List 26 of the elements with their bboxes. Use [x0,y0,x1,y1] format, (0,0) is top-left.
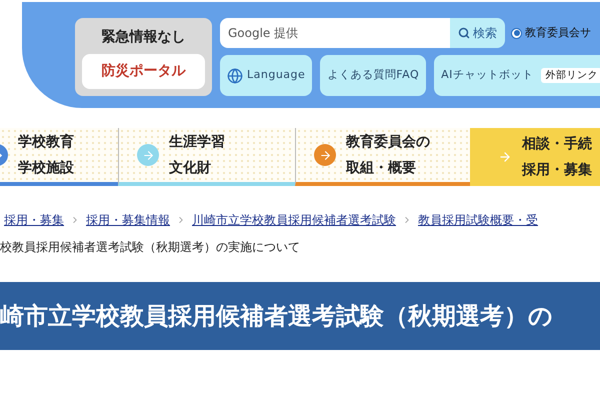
scope-label: 教育委員会サ [525,24,591,41]
header-link[interactable]: よくある質問FAQ [320,55,426,96]
breadcrumb-link[interactable]: 採用・募集 [4,211,64,229]
scope-radio[interactable] [511,28,522,38]
nav-tab[interactable]: 相談・手続 採用・募集 [470,128,600,186]
nav-label: 教育委員会の 取組・概要 [346,132,430,178]
header-link[interactable]: AIチャットボット 外部リンク [434,55,600,96]
nav-tab[interactable]: 教育委員会の 取組・概要 [295,128,470,186]
nav-label: 相談・手続 採用・募集 [522,135,592,180]
emergency-status: 緊急情報なし [102,28,186,47]
globe-icon [227,68,243,84]
breadcrumb-link[interactable]: 教員採用試験概要・受 [418,211,538,229]
page-title: 崎市立学校教員採用候補者選考試験（秋期選考）の [0,301,553,332]
external-link-badge: 外部リンク [541,68,600,83]
header-link[interactable]: Language [220,55,312,96]
breadcrumb-link[interactable]: 川崎市立学校教員採用候補者選考試験 [192,211,396,229]
breadcrumb-link[interactable]: 採用・募集情報 [86,211,170,229]
search-field[interactable]: Google 提供 [220,18,450,48]
nav-label: 学校教育 学校施設 [18,132,74,178]
nav-tab[interactable]: 生涯学習 文化財 [118,128,295,186]
search-button[interactable]: 検索 [450,18,505,48]
nav-tab[interactable]: 学校教育 学校施設 [0,128,118,186]
search-icon [458,27,470,39]
nav-label: 生涯学習 文化財 [169,133,225,178]
disaster-portal-button[interactable]: 防災ポータル [82,54,205,89]
current-page: 校教員採用候補者選考試験（秋期選考）の実施について [0,239,301,256]
